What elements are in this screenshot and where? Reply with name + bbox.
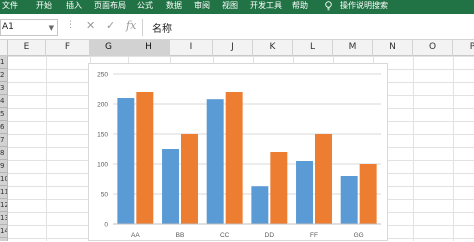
row-header[interactable]: 1: [0, 56, 7, 69]
chevron-down-icon[interactable]: ▼: [49, 24, 54, 32]
row-header[interactable]: 6: [0, 121, 7, 134]
bar-series-1: [206, 99, 224, 224]
bar-series-2: [225, 92, 243, 224]
column-header-g[interactable]: G: [90, 40, 128, 56]
column-header-p[interactable]: P: [453, 40, 474, 56]
row-header[interactable]: 4: [0, 95, 7, 108]
tab-home[interactable]: 开始: [36, 0, 52, 14]
name-box[interactable]: A1 ▼: [0, 19, 58, 36]
lightbulb-icon: [325, 1, 332, 11]
y-tick-label: 150: [97, 132, 108, 139]
y-tick-label: 0: [104, 222, 108, 229]
y-tick-label: 250: [97, 72, 108, 79]
column-header-k[interactable]: K: [253, 40, 293, 56]
bar-series-2: [315, 134, 332, 224]
x-tick-label: BB: [176, 232, 185, 239]
x-tick-label: DD: [265, 232, 275, 239]
more-icon[interactable]: ⋮: [66, 20, 75, 30]
select-all-corner[interactable]: [0, 40, 8, 56]
row-header[interactable]: 11: [0, 186, 7, 199]
y-tick-label: 50: [101, 192, 109, 199]
bar-series-1: [296, 161, 313, 224]
row-headers: 1 2 3 4 5 6 7 8 9 10 11 12 13 14: [0, 56, 8, 241]
column-header-e[interactable]: E: [8, 40, 46, 56]
tab-formulas[interactable]: 公式: [137, 0, 153, 14]
name-box-value: A1: [2, 22, 14, 32]
row-header[interactable]: 13: [0, 212, 7, 225]
bar-chart[interactable]: 0 50 100 150 200 250 AA BB CC DD FF GG: [89, 64, 389, 242]
row-header[interactable]: 9: [0, 160, 7, 173]
column-header-f[interactable]: F: [46, 40, 90, 56]
tab-help[interactable]: 帮助: [292, 0, 308, 14]
check-icon[interactable]: ✓: [106, 19, 115, 32]
column-headers: E F G H I J K L M N O P: [0, 40, 474, 56]
x-tick-label: GG: [354, 232, 364, 239]
y-tick-label: 200: [97, 102, 108, 109]
row-header[interactable]: 8: [0, 147, 7, 160]
bar-series-1: [162, 149, 179, 224]
close-icon[interactable]: ✕: [86, 19, 95, 32]
grid-line: [453, 56, 454, 241]
bar-series-2: [136, 92, 154, 224]
bar-series-2: [181, 134, 198, 224]
row-header[interactable]: 7: [0, 134, 7, 147]
x-tick-label: FF: [310, 232, 318, 239]
bar-series-1: [251, 186, 269, 224]
row-header[interactable]: 14: [0, 225, 7, 238]
tab-insert[interactable]: 插入: [66, 0, 82, 14]
tab-data[interactable]: 数据: [166, 0, 182, 14]
grid-line: [413, 56, 414, 241]
insert-function-button[interactable]: fx: [126, 19, 136, 32]
formula-divider: [142, 19, 143, 36]
grid-line: [46, 56, 47, 241]
embedded-chart[interactable]: 0 50 100 150 200 250 AA BB CC DD FF GG: [88, 63, 388, 241]
tab-developer[interactable]: 开发工具: [250, 0, 282, 14]
column-header-m[interactable]: M: [333, 40, 373, 56]
row-header[interactable]: 10: [0, 173, 7, 186]
ribbon-tabs: 文件 开始 插入 页面布局 公式 数据 审阅 视图 开发工具 帮助 操作说明搜索: [0, 0, 474, 14]
row-header[interactable]: 5: [0, 108, 7, 121]
x-tick-label: AA: [131, 232, 140, 239]
row-header[interactable]: 12: [0, 199, 7, 212]
formula-bar: A1 ▼ ⋮ ✕ ✓ fx 名称: [0, 14, 474, 40]
bar-series-1: [340, 176, 358, 224]
tell-me-search[interactable]: 操作说明搜索: [340, 0, 388, 14]
tab-file[interactable]: 文件: [2, 0, 18, 14]
x-tick-label: CC: [220, 232, 230, 239]
column-header-h[interactable]: H: [128, 40, 170, 56]
column-header-n[interactable]: N: [373, 40, 413, 56]
column-header-o[interactable]: O: [413, 40, 453, 56]
bar-series-2: [270, 152, 288, 224]
bar-series-2: [359, 164, 377, 224]
column-header-j[interactable]: J: [213, 40, 253, 56]
column-header-i[interactable]: I: [170, 40, 213, 56]
row-header[interactable]: 3: [0, 82, 7, 95]
bar-series-1: [117, 98, 135, 224]
formula-input[interactable]: 名称: [152, 20, 172, 35]
tab-view[interactable]: 视图: [222, 0, 238, 14]
tab-page-layout[interactable]: 页面布局: [94, 0, 126, 14]
column-header-l[interactable]: L: [293, 40, 333, 56]
y-tick-label: 100: [97, 162, 108, 169]
tab-review[interactable]: 审阅: [194, 0, 210, 14]
row-header[interactable]: 2: [0, 69, 7, 82]
